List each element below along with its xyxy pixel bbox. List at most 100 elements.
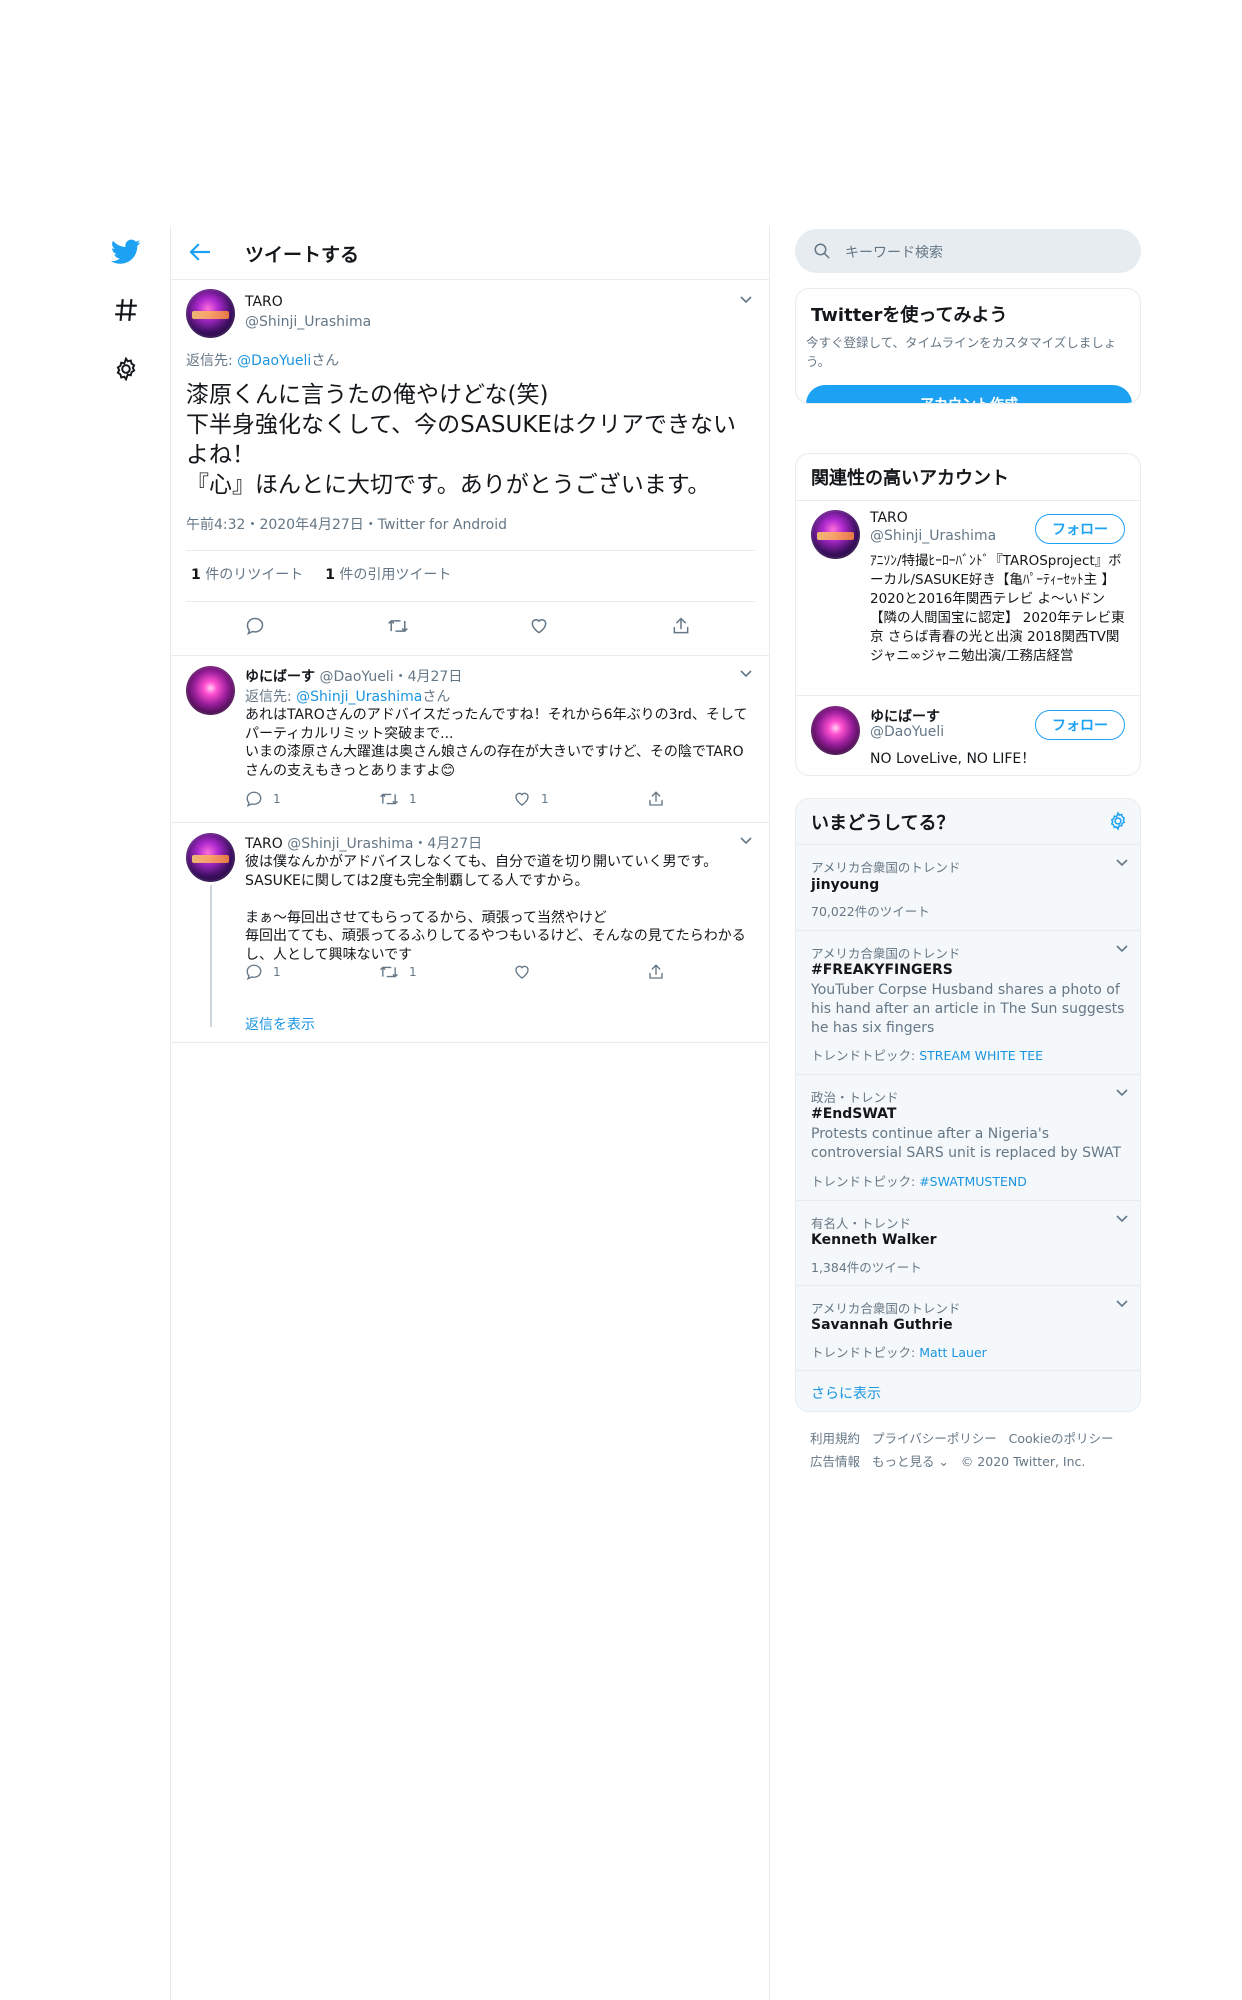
reply-to-handle[interactable]: @Shinji_Urashima — [296, 689, 422, 705]
chevron-down-icon[interactable] — [1114, 1298, 1130, 1310]
footer-link-terms[interactable]: 利用規約 — [810, 1431, 860, 1446]
chevron-down-icon[interactable] — [1114, 943, 1130, 955]
quote-stat-count: 1 — [325, 567, 335, 583]
trend-context: 政治・トレンド — [811, 1090, 899, 1105]
reply-icon[interactable] — [245, 616, 265, 636]
create-account-button[interactable]: アカウント作成 — [806, 385, 1132, 403]
footer-link-cookies[interactable]: Cookieのポリシー — [1009, 1431, 1114, 1446]
trend-name: #EndSWAT — [811, 1106, 897, 1122]
settings-gear-icon[interactable] — [110, 353, 142, 385]
retweet-icon[interactable] — [387, 616, 409, 636]
avatar[interactable] — [186, 289, 235, 338]
reply-author-name[interactable]: TARO — [245, 836, 283, 852]
trend-context: アメリカ合衆国のトレンド — [811, 946, 961, 961]
tweet-meta[interactable]: 午前4:32・2020年4月27日・Twitter for Android — [186, 514, 507, 534]
reply-to-prefix: 返信先: — [245, 689, 297, 705]
trend-item[interactable]: 政治・トレンド #EndSWAT Protests continue after… — [796, 1074, 1140, 1200]
chevron-down-icon[interactable] — [1114, 857, 1130, 869]
reply-tweet[interactable]: ゆにばーす @DaoYueli・4月27日 返信先: @Shinji_Urash… — [171, 656, 770, 822]
reply-to-suffix: さん — [422, 689, 451, 705]
footer-copyright: © 2020 Twitter, Inc. — [960, 1454, 1086, 1469]
avatar[interactable] — [186, 666, 235, 715]
reply-author-handle[interactable]: @DaoYueli — [319, 669, 393, 685]
trend-context: アメリカ合衆国のトレンド — [811, 1301, 961, 1316]
reply-author-name[interactable]: ゆにばーす — [245, 669, 315, 685]
trend-item[interactable]: アメリカ合衆国のトレンド Savannah Guthrie トレンドトピック: … — [796, 1285, 1140, 1370]
trend-tweet-count: 70,022件のツイート — [811, 904, 930, 919]
like-button[interactable]: 1 — [513, 790, 549, 808]
reply-text: あれはTAROさんのアドバイスだったんですね！それから6年ぶりの3rd、そしてパ… — [245, 707, 748, 779]
reply-button[interactable]: 1 — [245, 790, 281, 808]
reply-to-suffix: さん — [311, 353, 340, 369]
trend-description: YouTuber Corpse Husband shares a photo o… — [811, 982, 1125, 1036]
account-handle[interactable]: @DaoYueli — [870, 724, 944, 740]
trend-item[interactable]: アメリカ合衆国のトレンド #FREAKYFINGERS YouTuber Cor… — [796, 930, 1140, 1074]
share-icon[interactable] — [647, 790, 665, 808]
reply-header: ゆにばーす @DaoYueli・4月27日 — [245, 666, 462, 686]
reply-date[interactable]: ・4月27日 — [413, 836, 482, 852]
trend-name: Kenneth Walker — [811, 1232, 937, 1248]
trend-context: 有名人・トレンド — [811, 1216, 912, 1231]
retweet-stat[interactable]: 1 件のリツイート — [191, 564, 303, 584]
chevron-down-icon[interactable] — [738, 294, 754, 306]
footer-link-privacy[interactable]: プライバシーポリシー — [872, 1431, 997, 1446]
page-title: ツイートする — [245, 244, 360, 266]
trend-topic-link[interactable]: STREAM WHITE TEE — [919, 1048, 1043, 1063]
show-replies-link[interactable]: 返信を表示 — [245, 1014, 315, 1034]
follow-button[interactable]: フォロー — [1035, 710, 1125, 740]
reply-button[interactable]: 1 — [245, 963, 281, 981]
trend-item[interactable]: 有名人・トレンド Kenneth Walker 1,384件のツイート — [796, 1200, 1140, 1285]
trend-topic-link[interactable]: #SWATMUSTEND — [919, 1174, 1027, 1189]
trends-settings-gear-icon[interactable] — [1108, 811, 1128, 831]
like-button[interactable] — [513, 963, 531, 981]
trend-description: Protests continue after a Nigeria's cont… — [811, 1126, 1122, 1161]
trend-name: jinyoung — [811, 877, 880, 893]
reply-to-handle[interactable]: @DaoYueli — [237, 353, 311, 369]
reply-author-handle[interactable]: @Shinji_Urashima — [287, 836, 413, 852]
back-arrow-icon[interactable] — [189, 242, 211, 262]
follow-button[interactable]: フォロー — [1035, 514, 1125, 544]
trend-topic-label: トレンドトピック: — [811, 1048, 920, 1063]
share-icon[interactable] — [647, 963, 665, 981]
show-more-link[interactable]: さらに表示 — [811, 1383, 881, 1403]
avatar[interactable] — [811, 706, 860, 755]
related-title: 関連性の高いアカウント — [811, 468, 1009, 489]
retweet-count: 1 — [409, 792, 417, 806]
thread-dots: · · · — [209, 1001, 214, 1029]
footer-link-ads[interactable]: 広告情報 — [810, 1454, 860, 1469]
retweet-stat-label: 件のリツイート — [200, 567, 304, 583]
avatar[interactable] — [811, 510, 860, 559]
retweet-button[interactable]: 1 — [379, 963, 417, 981]
quote-stat[interactable]: 1 件の引用ツイート — [325, 564, 451, 584]
trend-topic-label: トレンドトピック: — [811, 1345, 920, 1360]
chevron-down-icon[interactable] — [1114, 1087, 1130, 1099]
author-handle[interactable]: @Shinji_Urashima — [245, 314, 371, 330]
like-heart-icon[interactable] — [529, 616, 549, 636]
avatar[interactable] — [186, 833, 235, 882]
chevron-down-icon[interactable] — [738, 668, 754, 680]
author-name[interactable]: TARO — [245, 294, 283, 310]
retweet-stat-count: 1 — [191, 567, 201, 583]
chevron-down-icon[interactable]: ⌄ — [934, 1454, 948, 1469]
chevron-down-icon[interactable] — [1114, 1213, 1130, 1225]
reply-date[interactable]: ・4月27日 — [394, 669, 463, 685]
like-count: 1 — [541, 792, 549, 806]
account-handle[interactable]: @Shinji_Urashima — [870, 528, 996, 544]
reply-tweet[interactable]: TARO @Shinji_Urashima・4月27日 彼は僕なんかがアドバイス… — [171, 823, 770, 1027]
signup-card: Twitterを使ってみよう 今すぐ登録して、タイムラインをカスタマイズしましょ… — [795, 288, 1141, 404]
tweet-stats: 1 件のリツイート 1 件の引用ツイート — [191, 564, 451, 584]
trend-context: アメリカ合衆国のトレンド — [811, 860, 961, 875]
account-name[interactable]: ゆにばーす — [870, 706, 940, 726]
retweet-button[interactable]: 1 — [379, 790, 417, 808]
twitter-logo-icon[interactable] — [110, 236, 142, 268]
trend-topic-link[interactable]: Matt Lauer — [919, 1345, 987, 1360]
chevron-down-icon[interactable] — [738, 835, 754, 847]
main-column: ツイートする TARO @Shinji_Urashima 返信先: @DaoYu… — [170, 226, 770, 2000]
account-name[interactable]: TARO — [870, 510, 908, 526]
share-icon[interactable] — [671, 616, 691, 636]
search-input[interactable]: キーワード検索 — [795, 229, 1141, 273]
footer-link-more[interactable]: もっと見る — [872, 1454, 935, 1469]
footer-links-line2: 広告情報 もっと見る ⌄ © 2020 Twitter, Inc. — [810, 1451, 1085, 1470]
trend-item[interactable]: アメリカ合衆国のトレンド jinyoung 70,022件のツイート — [796, 844, 1140, 930]
explore-hashtag-icon[interactable] — [110, 294, 142, 326]
